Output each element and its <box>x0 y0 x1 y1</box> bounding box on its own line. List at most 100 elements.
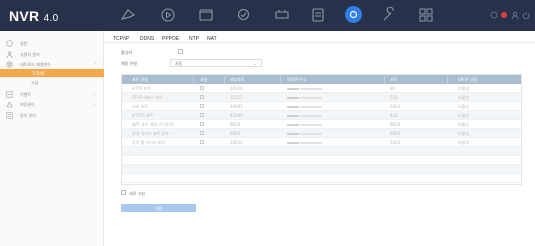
upnp-status-cell: 비활성 <box>458 104 470 109</box>
table-row[interactable]: RTSP 서비스 포트 11071 554 비활성 <box>122 93 521 102</box>
row-checkbox[interactable] <box>200 113 204 117</box>
external-ip-cell <box>287 104 323 109</box>
refresh-checkbox[interactable] <box>121 190 126 195</box>
grid-icon[interactable] <box>417 7 435 23</box>
port-type-cell: 서버 포트 <box>132 104 148 109</box>
external-port-cell: 8010 <box>230 122 241 127</box>
enable-cell[interactable] <box>200 86 204 91</box>
sidebar-item-label: 이벤트 <box>20 92 32 97</box>
sidebar-item-label: 사용자 관리 <box>20 52 40 57</box>
search-icon[interactable] <box>235 7 253 23</box>
file-icon[interactable] <box>197 7 215 23</box>
port-type-cell: 장치 웹 서비스 포트 <box>132 140 166 145</box>
sidebar-item-system[interactable]: 장치 관리 <box>0 111 104 120</box>
top-bar: NVR 4.0 <box>0 0 535 31</box>
row-checkbox[interactable] <box>200 122 204 126</box>
table-row[interactable]: HTTPS 포트 43009 443 비활성 <box>122 111 521 120</box>
column-divider <box>384 76 385 83</box>
column-header: 외부IP 주소 <box>287 77 307 82</box>
live-view-icon[interactable] <box>119 7 137 23</box>
sidebar-item-label: 네트워크 매개변수 <box>20 62 51 67</box>
port-type-cell: HTTPS 포트 <box>132 113 154 118</box>
port-cell: 80 <box>390 86 396 91</box>
sidebar-item-label: 일반 <box>20 41 28 46</box>
row-checkbox[interactable] <box>200 95 204 99</box>
settings-icon[interactable] <box>344 6 362 23</box>
network-status-icon[interactable] <box>490 11 498 19</box>
storage-icon[interactable] <box>309 7 327 23</box>
upnp-status-cell: 비활성 <box>458 95 470 100</box>
row-checkbox[interactable] <box>200 86 204 90</box>
playback-icon[interactable] <box>159 7 177 23</box>
power-icon[interactable] <box>522 11 530 20</box>
external-ip-cell <box>287 122 323 127</box>
enable-cell[interactable] <box>200 95 204 100</box>
enable-cell[interactable] <box>200 113 204 118</box>
external-ip-cell <box>287 131 323 136</box>
external-port-cell: 43009 <box>230 113 243 118</box>
enable-cell[interactable] <box>200 140 204 145</box>
logo-text: NVR <box>9 8 40 24</box>
external-ip-cell <box>287 140 323 145</box>
user-icon[interactable] <box>511 11 519 20</box>
monitor-icon <box>6 40 13 47</box>
external-ip-cell <box>287 113 323 118</box>
chevron-up-icon: ⌃ <box>94 62 98 67</box>
chevron-right-icon: › <box>94 92 96 97</box>
sidebar-subitem-tcpip[interactable]: TCP/IP <box>0 69 104 77</box>
sidebar-subitem-advanced[interactable]: 고급 <box>31 80 38 86</box>
column-divider <box>193 76 194 83</box>
table-row[interactable]: 원격 서비스 포트 번호 6000 6000 비활성 <box>122 129 521 138</box>
enable-label: 활성화 <box>121 50 133 55</box>
upnp-status-cell: 비활성 <box>458 86 470 91</box>
table-header: 포트 유형 사용 외부포트 외부IP 주소 포트 UPnP 상태 <box>122 75 521 84</box>
sidebar-item-user[interactable]: 사용자 관리 <box>0 50 104 59</box>
port-cell: 6000 <box>390 131 401 136</box>
port-type-cell: HTTP 포트 <box>132 86 151 91</box>
external-port-cell: 10016 <box>230 86 243 91</box>
sidebar-item-alarm[interactable]: 이벤트 › <box>0 90 104 99</box>
table-row-empty <box>122 156 521 165</box>
table-row-empty <box>122 165 521 174</box>
row-checkbox[interactable] <box>200 104 204 108</box>
upnp-status-cell: 비활성 <box>458 113 470 118</box>
table-row[interactable]: 서버 포트 46003 6003 비활성 <box>122 102 521 111</box>
row-checkbox[interactable] <box>200 140 204 144</box>
chevron-right-icon: › <box>94 102 96 107</box>
external-ip-cell <box>287 86 323 91</box>
column-header: UPnP 상태 <box>458 77 477 82</box>
row-checkbox[interactable] <box>200 131 204 135</box>
logo-version: 4.0 <box>43 13 59 24</box>
hdd-icon[interactable] <box>273 7 291 23</box>
storage-icon <box>6 101 13 108</box>
mapping-type-select[interactable]: 자동 ⌄ <box>170 59 262 67</box>
enable-checkbox[interactable] <box>178 49 183 54</box>
app-logo: NVR 4.0 <box>9 8 58 24</box>
enable-cell[interactable] <box>200 104 204 109</box>
port-cell: 443 <box>390 113 398 118</box>
column-header: 포트 <box>390 77 398 82</box>
sidebar-item-general[interactable]: 일반 <box>0 39 104 48</box>
sidebar-item-storage[interactable]: 저장관리 › <box>0 100 104 109</box>
external-port-cell: 11071 <box>230 95 243 100</box>
table-row[interactable]: 장치 웹 서비스 포트 20014 5443 비활성 <box>122 138 521 147</box>
mapping-type-value: 자동 <box>175 61 183 66</box>
table-row[interactable]: NAT 포트 매핑 (FC원격) 8010 8010 비활성 <box>122 120 521 129</box>
record-status-icon[interactable] <box>500 11 508 19</box>
sidebar-item-network[interactable]: 네트워크 매개변수 ⌃ <box>0 60 104 69</box>
enable-cell[interactable] <box>200 131 204 136</box>
maintenance-icon[interactable] <box>380 6 398 23</box>
external-port-cell: 46003 <box>230 104 243 109</box>
sidebar: 일반 사용자 관리 네트워크 매개변수 ⌃ TCP/IP 고급 이벤트 › 저장… <box>0 31 104 246</box>
table-row-empty <box>122 174 521 183</box>
port-cell: 5443 <box>390 140 401 145</box>
enable-cell[interactable] <box>200 122 204 127</box>
apply-button[interactable]: 적용 <box>121 204 196 212</box>
tab-divider <box>104 42 535 43</box>
alarm-icon <box>6 91 13 98</box>
column-divider <box>224 76 225 83</box>
table-row[interactable]: HTTP 포트 10016 80 비활성 <box>122 84 521 93</box>
sidebar-item-label: 저장관리 <box>20 102 35 107</box>
column-divider <box>447 76 448 83</box>
port-mapping-table: 포트 유형 사용 외부포트 외부IP 주소 포트 UPnP 상태 HTTP 포트… <box>121 74 522 185</box>
